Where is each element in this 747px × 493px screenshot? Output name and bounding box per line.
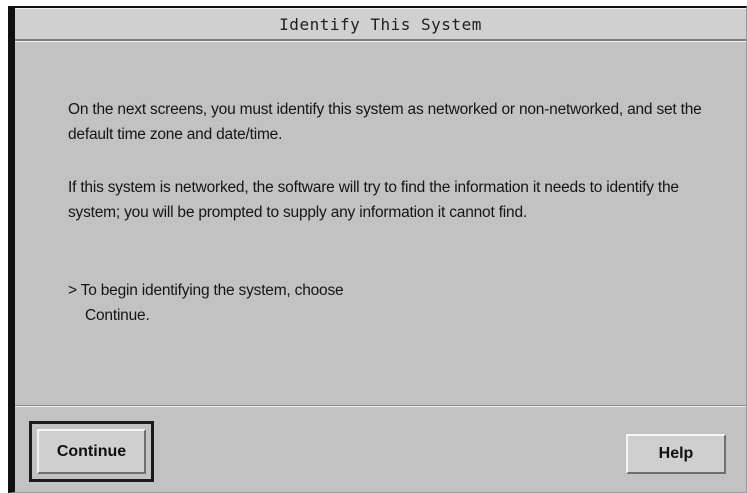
dialog-content: On the next screens, you must identify t… — [15, 41, 746, 405]
instruction-line-2: Continue. — [85, 307, 150, 324]
window-title: Identify This System — [279, 15, 482, 34]
network-info-paragraph: If this system is networked, the softwar… — [68, 179, 679, 221]
instruction-line-1: > To begin identifying the system, choos… — [68, 282, 344, 299]
default-button-ring: Continue — [29, 421, 154, 482]
instruction-paragraph: > To begin identifying the system, choos… — [68, 278, 708, 328]
intro-paragraph: On the next screens, you must identify t… — [68, 101, 702, 143]
continue-button[interactable]: Continue — [37, 429, 146, 474]
title-bar[interactable]: Identify This System — [15, 8, 746, 41]
help-button[interactable]: Help — [626, 434, 726, 474]
identify-system-dialog: Identify This System On the next screens… — [8, 6, 747, 493]
button-area: Continue Help — [15, 407, 746, 492]
